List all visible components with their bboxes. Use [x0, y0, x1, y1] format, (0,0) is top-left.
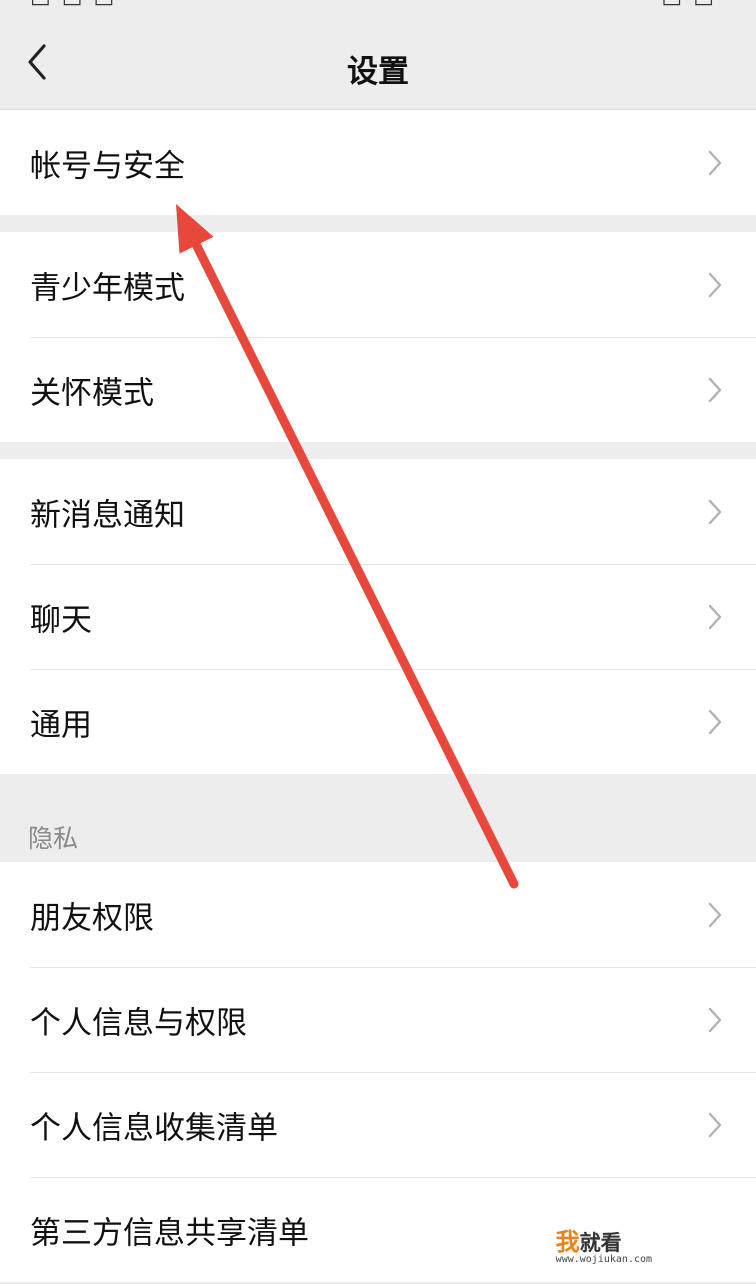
watermark-url: www.wojiukan.com: [555, 1254, 652, 1265]
chevron-right-icon: [708, 709, 722, 734]
settings-group-account: 帐号与安全: [0, 110, 756, 215]
row-label: 新消息通知: [30, 497, 185, 533]
row-label: 关怀模式: [30, 375, 154, 411]
watermark-title-first: 我: [555, 1228, 580, 1256]
row-label: 个人信息与权限: [30, 1005, 247, 1041]
chevron-right-icon: [708, 1007, 722, 1032]
watermark-title-rest: 就看: [579, 1231, 622, 1255]
row-new-message-notification[interactable]: 新消息通知: [0, 459, 756, 564]
row-account-security[interactable]: 帐号与安全: [0, 110, 756, 215]
chevron-right-icon: [708, 604, 722, 629]
status-bar-indicators: ▭ ▭: [661, 0, 716, 13]
row-care-mode[interactable]: 关怀模式: [0, 337, 756, 442]
row-chat[interactable]: 聊天: [0, 564, 756, 669]
chevron-right-icon: [708, 272, 722, 297]
chevron-right-icon: [708, 1112, 722, 1137]
chevron-right-icon: [708, 499, 722, 524]
watermark-title: 我就看: [555, 1228, 652, 1256]
row-label: 帐号与安全: [30, 148, 185, 184]
nav-bar: 设置: [0, 14, 756, 110]
chevron-right-icon: [708, 902, 722, 927]
row-label: 个人信息收集清单: [30, 1110, 278, 1146]
status-bar-carrier: ▭ ▭ ▭: [30, 0, 117, 13]
row-label: 通用: [30, 707, 92, 743]
row-label: 聊天: [30, 602, 92, 638]
row-label: 第三方信息共享清单: [30, 1215, 309, 1251]
watermark: 我就看 www.wojiukan.com: [555, 1228, 652, 1266]
chevron-right-icon: [708, 377, 722, 402]
page-title: 设置: [347, 54, 409, 90]
row-friend-permissions[interactable]: 朋友权限: [0, 862, 756, 967]
row-general[interactable]: 通用: [0, 669, 756, 774]
chevron-right-icon: [708, 150, 722, 175]
row-youth-mode[interactable]: 青少年模式: [0, 232, 756, 337]
section-header-privacy: 隐私: [28, 824, 79, 853]
row-label: 青少年模式: [30, 270, 185, 306]
status-bar: ▭ ▭ ▭ ▭ ▭: [0, 0, 756, 14]
row-label: 朋友权限: [30, 900, 154, 936]
row-personal-info-collection-list[interactable]: 个人信息收集清单: [0, 1072, 756, 1177]
settings-group-general: 新消息通知 聊天 通用: [0, 459, 756, 774]
row-personal-info-permissions[interactable]: 个人信息与权限: [0, 967, 756, 1072]
settings-group-privacy: 朋友权限 个人信息与权限 个人信息收集清单 第三方信息共享清单: [0, 862, 756, 1282]
row-third-party-sharing-list[interactable]: 第三方信息共享清单: [0, 1177, 756, 1282]
settings-group-modes: 青少年模式 关怀模式: [0, 232, 756, 442]
